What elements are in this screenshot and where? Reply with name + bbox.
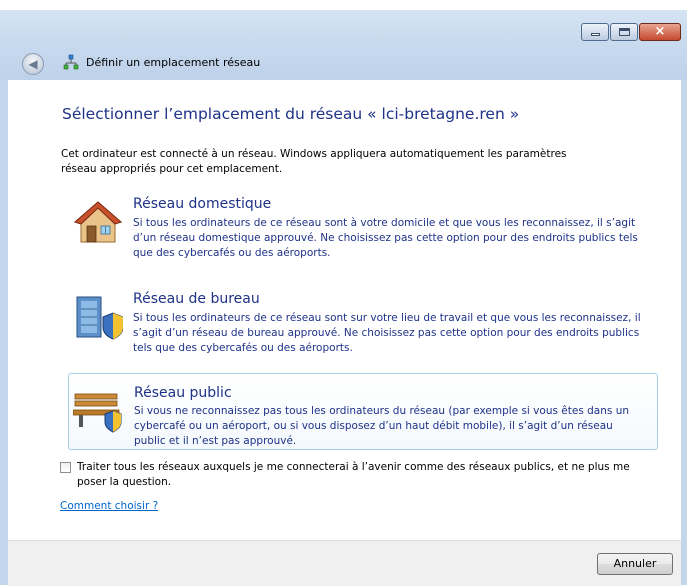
park-bench-icon bbox=[73, 393, 122, 433]
window-title: Définir un emplacement réseau bbox=[86, 56, 261, 69]
minimize-button[interactable] bbox=[581, 23, 609, 41]
option-public-network[interactable]: Réseau public Si vous ne reconnaissez pa… bbox=[68, 373, 658, 450]
option-public-description: Si vous ne reconnaissez pas tous les ord… bbox=[134, 405, 629, 447]
dialog-footer: Annuler bbox=[8, 540, 681, 586]
maximize-icon bbox=[619, 28, 630, 36]
content-area: Sélectionner l’emplacement du réseau « l… bbox=[8, 80, 681, 540]
maximize-button[interactable] bbox=[610, 23, 638, 41]
option-home-network[interactable]: Réseau domestique Si tous les ordinateur… bbox=[68, 196, 658, 276]
close-button[interactable]: × bbox=[639, 23, 681, 41]
option-work-network[interactable]: Réseau de bureau Si tous les ordinateurs… bbox=[68, 291, 658, 371]
treat-all-public-label[interactable]: Traiter tous les réseaux auxquels je me … bbox=[77, 460, 657, 490]
page-heading: Sélectionner l’emplacement du réseau « l… bbox=[62, 105, 520, 123]
close-icon: × bbox=[654, 24, 666, 39]
house-icon bbox=[73, 201, 123, 243]
title-bar: × ◀ Définir un emplacement réseau bbox=[0, 0, 687, 80]
option-work-description: Si tous les ordinateurs de ce réseau son… bbox=[133, 312, 641, 354]
help-link[interactable]: Comment choisir ? bbox=[60, 500, 158, 512]
option-public-title: Réseau public bbox=[134, 385, 232, 401]
network-icon bbox=[63, 54, 79, 70]
option-home-description: Si tous les ordinateurs de ce réseau son… bbox=[133, 217, 638, 259]
office-building-icon bbox=[76, 296, 123, 340]
dialog-window: × ◀ Définir un emplacement réseau Sélect… bbox=[0, 0, 687, 586]
title-bar-top bbox=[0, 0, 687, 10]
back-arrow-icon: ◀ bbox=[28, 57, 38, 71]
option-work-title: Réseau de bureau bbox=[133, 291, 260, 307]
back-button[interactable]: ◀ bbox=[22, 53, 44, 75]
intro-text: Cet ordinateur est connecté à un réseau.… bbox=[61, 148, 567, 175]
option-home-title: Réseau domestique bbox=[133, 196, 272, 212]
treat-all-public-checkbox[interactable] bbox=[60, 462, 71, 473]
window-frame-right bbox=[681, 80, 687, 585]
window-frame-left bbox=[0, 80, 8, 585]
caption-buttons: × bbox=[580, 23, 681, 41]
minimize-icon bbox=[591, 33, 600, 36]
cancel-button[interactable]: Annuler bbox=[597, 553, 673, 575]
